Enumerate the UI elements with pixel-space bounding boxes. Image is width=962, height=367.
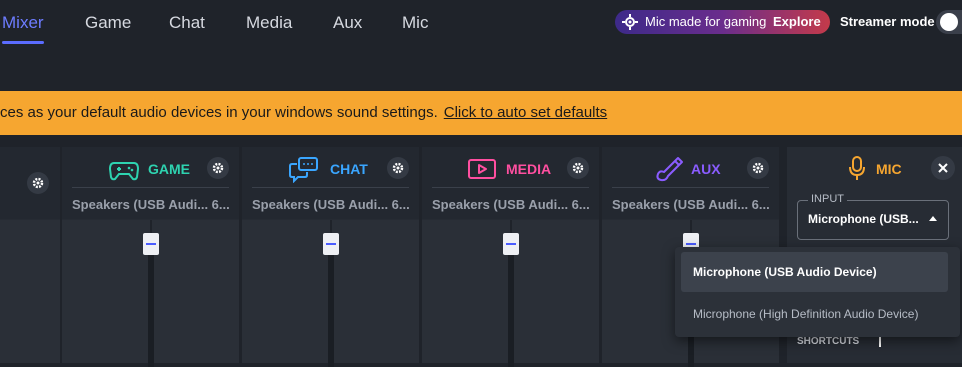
gear-icon xyxy=(752,162,764,174)
banner-message: ces as your default audio devices in you… xyxy=(0,104,607,121)
input-selected-value: Microphone (USB... xyxy=(808,212,919,226)
output-device[interactable]: Speakers (USB Audi... 6... xyxy=(252,197,410,212)
volume-slider-thumb[interactable] xyxy=(323,233,339,255)
channel-chat: CHAT Speakers (USB Audi... 6... xyxy=(242,147,419,367)
channel-settings-button[interactable] xyxy=(207,157,229,179)
channel-name: AUX xyxy=(691,161,721,177)
master-settings-button[interactable] xyxy=(27,172,49,194)
channel-name: GAME xyxy=(148,161,190,177)
gear-icon xyxy=(32,177,44,189)
channel-settings-button[interactable] xyxy=(387,157,409,179)
gear-icon xyxy=(572,162,584,174)
close-button[interactable] xyxy=(931,156,955,180)
tab-chat[interactable]: Chat xyxy=(169,13,205,33)
header-divider xyxy=(612,187,769,188)
tab-aux[interactable]: Aux xyxy=(333,13,362,33)
channel-name: CHAT xyxy=(330,161,368,177)
header-divider xyxy=(432,187,589,188)
default-devices-banner: ces as your default audio devices in you… xyxy=(0,91,962,135)
header-divider xyxy=(72,187,229,188)
channel-game: GAME Speakers (USB Audi... 6... xyxy=(62,147,239,367)
gamepad-icon xyxy=(108,162,140,181)
volume-slider-track[interactable] xyxy=(148,247,154,367)
input-label: INPUT xyxy=(808,193,847,205)
gear-icon xyxy=(392,162,404,174)
steelseries-icon xyxy=(622,14,638,30)
instrument-icon xyxy=(656,157,683,182)
top-nav: Mixer Game Chat Media Aux Mic Mic made f… xyxy=(0,0,962,46)
channel-media: MEDIA Speakers (USB Audi... 6... xyxy=(422,147,599,367)
output-device[interactable]: Speakers (USB Audi... 6... xyxy=(432,197,590,212)
close-icon xyxy=(938,163,948,173)
tab-mixer[interactable]: Mixer xyxy=(2,13,44,33)
chat-bubbles-icon xyxy=(289,157,318,183)
microphone-icon xyxy=(849,156,865,180)
channel-settings-button[interactable] xyxy=(747,157,769,179)
volume-slider-thumb[interactable] xyxy=(503,233,519,255)
master-body xyxy=(0,220,60,363)
tab-game[interactable]: Game xyxy=(85,13,131,33)
volume-slider-track[interactable] xyxy=(508,247,514,367)
explore-link[interactable]: Explore xyxy=(773,14,821,29)
tab-mic[interactable]: Mic xyxy=(402,13,428,33)
streamer-mode-label: Streamer mode xyxy=(840,14,935,29)
dropdown-option-hd[interactable]: Microphone (High Definition Audio Device… xyxy=(681,294,948,334)
promo-text: Mic made for gaming xyxy=(645,14,767,29)
volume-slider-thumb[interactable] xyxy=(143,233,159,255)
channel-settings-button[interactable] xyxy=(567,157,589,179)
channel-name: MIC xyxy=(876,161,902,177)
input-device-dropdown: Microphone (USB Audio Device) Microphone… xyxy=(675,247,960,337)
auto-set-defaults-link[interactable]: Click to auto set defaults xyxy=(444,104,607,121)
shortcuts-label: SHORTCUTS xyxy=(797,336,860,347)
output-device[interactable]: Speakers (USB Audi... 6... xyxy=(72,197,230,212)
gear-icon xyxy=(212,162,224,174)
promo-pill[interactable]: Mic made for gaming Explore xyxy=(615,10,830,34)
volume-slider-track[interactable] xyxy=(328,247,334,367)
caret-up-icon xyxy=(929,216,937,221)
header-divider xyxy=(252,187,409,188)
output-device[interactable]: Speakers (USB Audi... 6... xyxy=(612,197,770,212)
banner-text: ces as your default audio devices in you… xyxy=(0,104,438,121)
master-column xyxy=(0,147,60,363)
toggle-knob xyxy=(940,13,958,31)
active-tab-indicator xyxy=(2,41,44,44)
dropdown-option-usb[interactable]: Microphone (USB Audio Device) xyxy=(681,252,948,292)
streamer-mode-toggle[interactable] xyxy=(936,10,962,34)
play-box-icon xyxy=(468,159,496,179)
channel-name: MEDIA xyxy=(506,161,552,177)
tab-media[interactable]: Media xyxy=(246,13,292,33)
